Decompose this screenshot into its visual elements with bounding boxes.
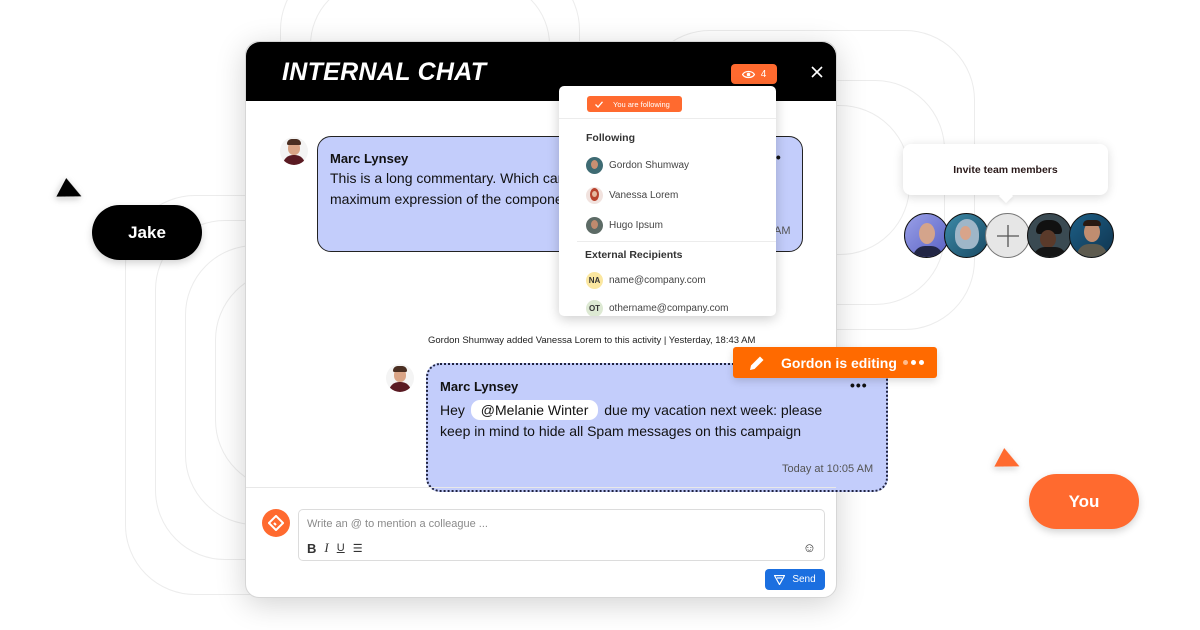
follower-item[interactable]: Gordon Shumway (586, 157, 689, 174)
follower-name: Gordon Shumway (609, 160, 690, 171)
mention-chip[interactable]: @Melanie Winter (470, 400, 599, 420)
avatar (280, 137, 308, 165)
pencil-icon (750, 356, 764, 370)
external-recipient-item[interactable]: OT othername@company.com (586, 300, 728, 316)
plus-icon (996, 224, 1019, 247)
message-time: AM (774, 225, 791, 237)
send-label: Send (792, 574, 816, 585)
message-author: Marc Lynsey (440, 379, 519, 394)
format-toolbar: B I U ☰ (307, 540, 363, 556)
avatar (586, 217, 603, 234)
add-member-button[interactable] (985, 213, 1030, 258)
following-heading: Following (586, 132, 635, 144)
team-member-avatar[interactable] (904, 213, 949, 258)
jake-cursor-icon (56, 178, 86, 207)
message-text: Hey @Melanie Winter due my vacation next… (440, 400, 880, 442)
message-bubble-editing: Marc Lynsey ••• Hey @Melanie Winter due … (426, 363, 888, 492)
chat-title: INTERNAL CHAT (282, 58, 487, 86)
invite-tooltip: Invite team members (903, 144, 1108, 195)
bold-button[interactable]: B (307, 541, 316, 556)
italic-button[interactable]: I (324, 540, 328, 556)
activity-note: Gordon Shumway added Vanessa Lorem to th… (428, 335, 756, 346)
following-status-label: You are following (613, 99, 670, 109)
message-text-line: Hey @Melanie Winter due my vacation next… (440, 400, 880, 421)
follower-name: Hugo Ipsum (609, 220, 663, 231)
avatar (586, 157, 603, 174)
composer-divider (246, 487, 836, 488)
you-label: You (1029, 474, 1139, 529)
editing-indicator: Gordon is editing (733, 347, 937, 378)
avatar (586, 187, 603, 204)
message-text: This is a long commentary. Which carrie … (330, 168, 578, 210)
message-composer[interactable]: Write an @ to mention a colleague ... B … (298, 509, 825, 561)
initials-avatar: OT (586, 300, 603, 316)
send-icon (774, 574, 786, 585)
external-recipients-heading: External Recipients (585, 249, 683, 261)
recipient-email: othername@company.com (609, 303, 729, 314)
composer-input[interactable]: Write an @ to mention a colleague ... (307, 518, 488, 530)
followers-dropdown: You are following Following Gordon Shumw… (559, 86, 776, 316)
list-button[interactable]: ☰ (353, 542, 363, 555)
send-button[interactable]: Send (765, 569, 825, 590)
viewers-button[interactable]: 4 (731, 64, 777, 84)
emoji-button[interactable]: ☺ (803, 540, 816, 555)
follower-item[interactable]: Hugo Ipsum (586, 217, 663, 234)
underline-button[interactable]: U (337, 542, 345, 554)
avatar (386, 364, 414, 392)
eye-icon (741, 70, 755, 78)
initials-avatar: NA (586, 272, 603, 289)
team-member-avatar[interactable] (944, 213, 989, 258)
check-icon (595, 100, 603, 108)
message-text-line: maximum expression of the component. (330, 191, 579, 207)
close-button[interactable] (808, 62, 826, 82)
team-member-avatar[interactable] (1027, 213, 1072, 258)
recipient-email: name@company.com (609, 275, 706, 286)
divider (577, 241, 776, 242)
message-text-line: This is a long commentary. Which carrie (330, 170, 578, 186)
stage: Jake You INTERNAL CHAT 4 Marc Lynsey Thi… (0, 0, 1200, 630)
jake-label: Jake (92, 205, 202, 260)
brand-logo-icon (262, 509, 290, 537)
follower-item[interactable]: Vanessa Lorem (586, 187, 678, 204)
follower-name: Vanessa Lorem (609, 190, 679, 201)
divider (559, 118, 776, 119)
message-time: Today at 10:05 AM (782, 463, 874, 475)
message-author: Marc Lynsey (330, 151, 409, 166)
viewers-count: 4 (760, 68, 767, 80)
message-suffix: due my vacation next week: please (604, 402, 823, 418)
close-icon (811, 66, 823, 78)
team-member-avatar[interactable] (1069, 213, 1114, 258)
following-status-button[interactable]: You are following (587, 96, 682, 112)
editing-label: Gordon is editing (781, 354, 897, 371)
you-cursor-icon (994, 448, 1024, 477)
external-recipient-item[interactable]: NA name@company.com (586, 272, 706, 289)
message-text-line: keep in mind to hide all Spam messages o… (440, 423, 802, 439)
message-prefix: Hey (440, 402, 465, 418)
more-options-button[interactable]: ••• (850, 377, 868, 393)
typing-dots-icon (902, 360, 924, 365)
